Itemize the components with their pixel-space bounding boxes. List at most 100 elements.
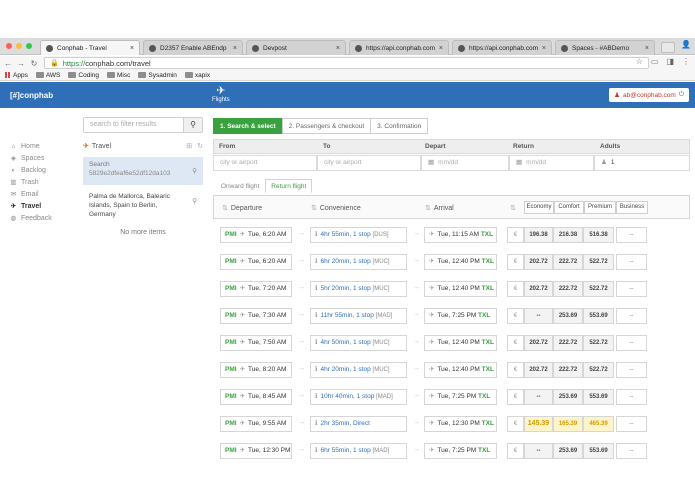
price-economy[interactable]: 202.72 (524, 335, 553, 351)
step-1[interactable]: 1. Search & select (213, 118, 283, 134)
maximize-window-button[interactable] (26, 43, 32, 49)
price-premium[interactable]: 553.69 (583, 443, 614, 459)
browser-tab[interactable]: https://api.conphab.com/at × (452, 40, 552, 55)
arrival-cell[interactable]: ✈ Tue, 7:25 PM TXL (424, 389, 497, 405)
user-menu-button[interactable]: ♟ ab@conphab.com ⏻ (609, 88, 689, 102)
arrival-cell[interactable]: ✈ Tue, 12:40 PM TXL (424, 254, 497, 270)
arrival-cell[interactable]: ✈ Tue, 11:15 AM TXL (424, 227, 497, 243)
flight-row[interactable]: PMI ✈ Tue, 8:45 AM → ℹ 10hr 40min, 1 stop [MA… (213, 389, 690, 405)
departure-cell[interactable]: PMI ✈ Tue, 8:20 AM (220, 362, 292, 378)
price-business[interactable]: -- (616, 335, 647, 351)
refresh-icon[interactable]: ↻ (197, 142, 203, 150)
arrival-cell[interactable]: ✈ Tue, 12:30 PM TXL (424, 416, 497, 432)
browser-tab[interactable]: D2357 Enable ABEndp × (143, 40, 243, 55)
convenience-cell[interactable]: ℹ 4hr 20min, 1 stop [MUC] (310, 362, 407, 378)
forward-icon[interactable]: → (16, 59, 26, 68)
tab-return-flight[interactable]: Return flight (265, 179, 313, 193)
close-window-button[interactable] (6, 43, 12, 49)
price-comfort[interactable]: 165.39 (553, 416, 583, 432)
flight-row[interactable]: PMI ✈ Tue, 7:50 AM → ℹ 4hr 50min, 1 stop [MUC… (213, 335, 690, 351)
price-economy[interactable]: 196.38 (524, 227, 553, 243)
flights-section[interactable]: ✈ Flights (212, 85, 230, 103)
convenience-header[interactable]: ⇅ Convenience (311, 204, 361, 212)
search-button[interactable]: ⚲ (183, 118, 202, 132)
class-header-business[interactable]: Business (616, 201, 648, 214)
flight-row[interactable]: PMI ✈ Tue, 12:30 PM → ℹ 6hr 55min, 1 stop [MA… (213, 443, 690, 459)
browser-tab[interactable]: https://api.conphab.com/at × (349, 40, 449, 55)
price-comfort[interactable]: 253.69 (553, 308, 583, 324)
profile-icon[interactable]: 👤 (681, 40, 691, 49)
adults-field[interactable]: ♟ 1 (594, 155, 690, 171)
departure-cell[interactable]: PMI ✈ Tue, 12:30 PM (220, 443, 292, 459)
price-comfort[interactable]: 222.72 (553, 281, 583, 297)
arrival-cell[interactable]: ✈ Tue, 12:40 PM TXL (424, 281, 497, 297)
class-header-premium[interactable]: Premium (584, 201, 616, 214)
price-comfort[interactable]: 253.69 (553, 443, 583, 459)
price-business[interactable]: -- (616, 308, 647, 324)
sidebar-item-spaces[interactable]: ◈ Spaces (10, 152, 80, 164)
price-premium[interactable]: 553.69 (583, 308, 614, 324)
price-business[interactable]: -- (616, 389, 647, 405)
price-sort-icon[interactable]: ⇅ (510, 204, 519, 212)
close-tab-icon[interactable]: × (336, 45, 340, 52)
departure-cell[interactable]: PMI ✈ Tue, 8:45 AM (220, 389, 292, 405)
price-comfort[interactable]: 222.72 (553, 335, 583, 351)
convenience-cell[interactable]: ℹ 4hr 55min, 1 stop [DUS] (310, 227, 407, 243)
step-2[interactable]: 2. Passengers & checkout (281, 118, 372, 134)
price-economy[interactable]: -- (524, 389, 553, 405)
bookmark-2[interactable]: Coding (68, 72, 99, 79)
minimize-window-button[interactable] (16, 43, 22, 49)
arrival-cell[interactable]: ✈ Tue, 12:40 PM TXL (424, 362, 497, 378)
close-tab-icon[interactable]: × (542, 45, 546, 52)
convenience-cell[interactable]: ℹ 5hr 20min, 1 stop [MUC] (310, 281, 407, 297)
price-business[interactable]: -- (616, 227, 647, 243)
extension-icon[interactable]: ◨ (666, 57, 674, 66)
price-comfort[interactable]: 253.69 (553, 389, 583, 405)
class-header-comfort[interactable]: Comfort (554, 201, 584, 214)
cast-icon[interactable]: ▭ (651, 57, 659, 66)
flight-row[interactable]: PMI ✈ Tue, 7:20 AM → ℹ 5hr 20min, 1 stop [MUC… (213, 281, 690, 297)
departure-header[interactable]: ⇅ Departure (222, 204, 262, 212)
menu-icon[interactable]: ⋮ (682, 57, 690, 66)
browser-tab[interactable]: Conphab - Travel × (40, 40, 140, 55)
flight-row[interactable]: PMI ✈ Tue, 8:20 AM → ℹ 4hr 20min, 1 stop [MUC… (213, 362, 690, 378)
arrival-cell[interactable]: ✈ Tue, 7:25 PM TXL (424, 308, 497, 324)
class-header-economy[interactable]: Economy (524, 201, 554, 214)
close-tab-icon[interactable]: × (233, 45, 237, 52)
sidebar-item-feedback[interactable]: ◍ Feedback (10, 212, 80, 224)
depart-field[interactable]: ▦ mm/dd (421, 155, 509, 171)
price-comfort[interactable]: 216.38 (553, 227, 583, 243)
browser-tab[interactable]: Spaces - #ABDemo × (555, 40, 655, 55)
price-economy[interactable]: -- (524, 443, 553, 459)
price-economy[interactable]: 202.72 (524, 362, 553, 378)
bookmark-1[interactable]: AWS (35, 72, 60, 79)
convenience-cell[interactable]: ℹ 4hr 50min, 1 stop [MUC] (310, 335, 407, 351)
price-business[interactable]: -- (616, 443, 647, 459)
flight-row[interactable]: PMI ✈ Tue, 6:20 AM → ℹ 6hr 20min, 1 stop [MUC… (213, 254, 690, 270)
active-search-card[interactable]: Search 5829e2dfeaf6e52df12da103 ⚲ (83, 157, 203, 185)
price-premium[interactable]: 522.72 (583, 281, 614, 297)
brand-logo[interactable]: [#]conphab (10, 91, 53, 100)
url-input[interactable]: 🔒 https://conphab.com/travel (44, 57, 649, 69)
departure-cell[interactable]: PMI ✈ Tue, 7:30 AM (220, 308, 292, 324)
sidebar-item-backlog[interactable]: ◐ Backlog (10, 164, 80, 176)
price-premium[interactable]: 465.39 (583, 416, 614, 432)
star-icon[interactable]: ☆ (636, 57, 643, 66)
convenience-cell[interactable]: ℹ 10hr 40min, 1 stop [MAD] (310, 389, 407, 405)
sidebar-item-email[interactable]: ✉ Email (10, 188, 80, 200)
sidebar-item-travel[interactable]: ✈ Travel (10, 200, 80, 212)
close-tab-icon[interactable]: × (439, 45, 443, 52)
return-field[interactable]: ▦ mm/dd (509, 155, 594, 171)
price-premium[interactable]: 516.38 (583, 227, 614, 243)
price-economy[interactable]: 145.39 (524, 416, 553, 432)
to-field[interactable]: city or airport (317, 155, 421, 171)
bookmark-3[interactable]: Misc (107, 72, 130, 79)
price-economy[interactable]: -- (524, 308, 553, 324)
back-icon[interactable]: ← (3, 59, 13, 68)
departure-cell[interactable]: PMI ✈ Tue, 9:55 AM (220, 416, 292, 432)
from-field[interactable]: city or airport (213, 155, 317, 171)
flight-row[interactable]: PMI ✈ Tue, 7:30 AM → ℹ 11hr 55min, 1 stop [MA… (213, 308, 690, 324)
price-premium[interactable]: 522.72 (583, 362, 614, 378)
new-tab-button[interactable] (661, 42, 675, 53)
price-premium[interactable]: 522.72 (583, 254, 614, 270)
